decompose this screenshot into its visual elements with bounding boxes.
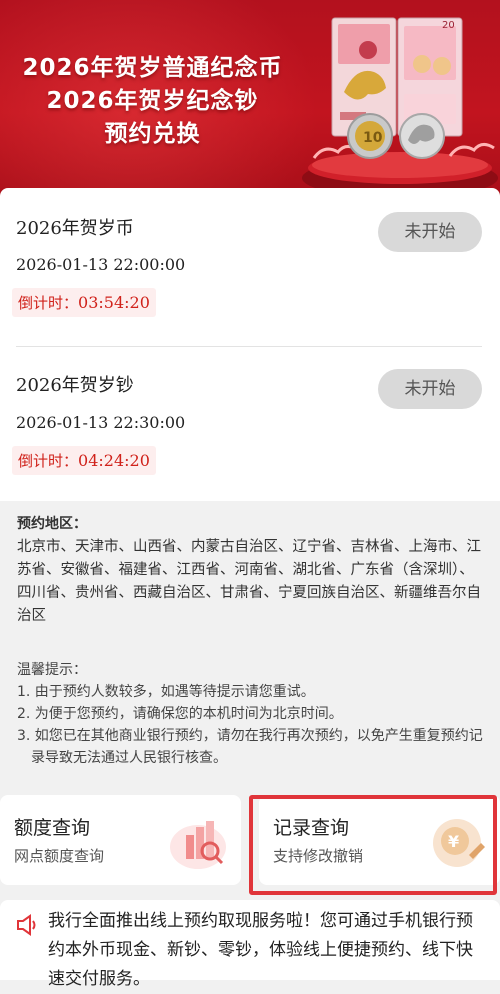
tips-list: 1. 由于预约人数较多，如遇等待提示请您重试。 2. 为便于您预约，请确保您的本… [17,681,489,769]
commemorative-banknote-coin-illustration: 20 10 [302,17,498,198]
schedule-card: 2026年贺岁币 2026-01-13 22:00:00 倒计时：03:54:2… [0,188,500,501]
banner-title: 2026年贺岁普通纪念币 2026年贺岁纪念钞 预约兑换 [10,52,295,151]
tip-item: 3. 如您已在其他商业银行预约，请勿在我行再次预约，以免产生重复预约记录导致无法… [17,728,483,766]
record-query-highlight [249,795,497,895]
region-section: 预约地区： 北京市、天津市、山西省、内蒙古自治区、辽宁省、吉林省、上海市、江苏省… [0,508,500,648]
banner-line-3: 预约兑换 [104,121,201,147]
slot-title-coin: 2026年贺岁币 [16,218,134,239]
speaker-icon [17,914,36,936]
banner-line-1: 2026年贺岁普通纪念币 [22,55,283,81]
notice-banner[interactable]: 我行全面推出线上预约取现服务啦！您可通过手机银行预约本外币现金、新钞、零钞，体验… [0,900,500,989]
slot-title-banknote: 2026年贺岁钞 [16,375,134,396]
countdown-value: 03:54:20 [78,293,150,312]
notice-text: 我行全面推出线上预约取现服务啦！您可通过手机银行预约本外币现金、新钞、零钞，体验… [48,911,473,989]
countdown-label: 倒计时： [18,294,79,312]
tip-item: 1. 由于预约人数较多，如遇等待提示请您重试。 [17,684,315,700]
svg-text:20: 20 [442,20,455,31]
svg-text:10: 10 [363,130,383,146]
divider [16,346,482,347]
quota-chart-icon [170,821,226,869]
region-label: 预约地区： [17,516,87,532]
region-list: 北京市、天津市、山西省、内蒙古自治区、辽宁省、吉林省、上海市、江苏省、安徽省、福… [17,539,481,624]
slot-time-coin: 2026-01-13 22:00:00 [16,255,186,274]
hero-banner: 2026年贺岁普通纪念币 2026年贺岁纪念钞 预约兑换 20 10 [0,0,500,205]
status-button-coin[interactable]: 未开始 [378,212,482,252]
quota-query-subtitle: 网点额度查询 [14,847,105,865]
tip-item: 2. 为便于您预约，请确保您的本机时间为北京时间。 [17,706,343,722]
countdown-label: 倒计时： [18,452,79,470]
countdown-banknote: 倒计时：04:24:20 [12,446,156,475]
tips-heading: 温馨提示： [17,662,87,678]
tips-section: 温馨提示： 1. 由于预约人数较多，如遇等待提示请您重试。 2. 为便于您预约，… [0,654,500,782]
countdown-coin: 倒计时：03:54:20 [12,288,156,317]
status-button-banknote[interactable]: 未开始 [378,369,482,409]
countdown-value: 04:24:20 [78,451,150,470]
banner-line-2: 2026年贺岁纪念钞 [46,88,259,114]
quota-query-card[interactable]: 额度查询 网点额度查询 [0,795,241,885]
slot-time-banknote: 2026-01-13 22:30:00 [16,413,186,432]
quota-query-title: 额度查询 [14,817,91,839]
